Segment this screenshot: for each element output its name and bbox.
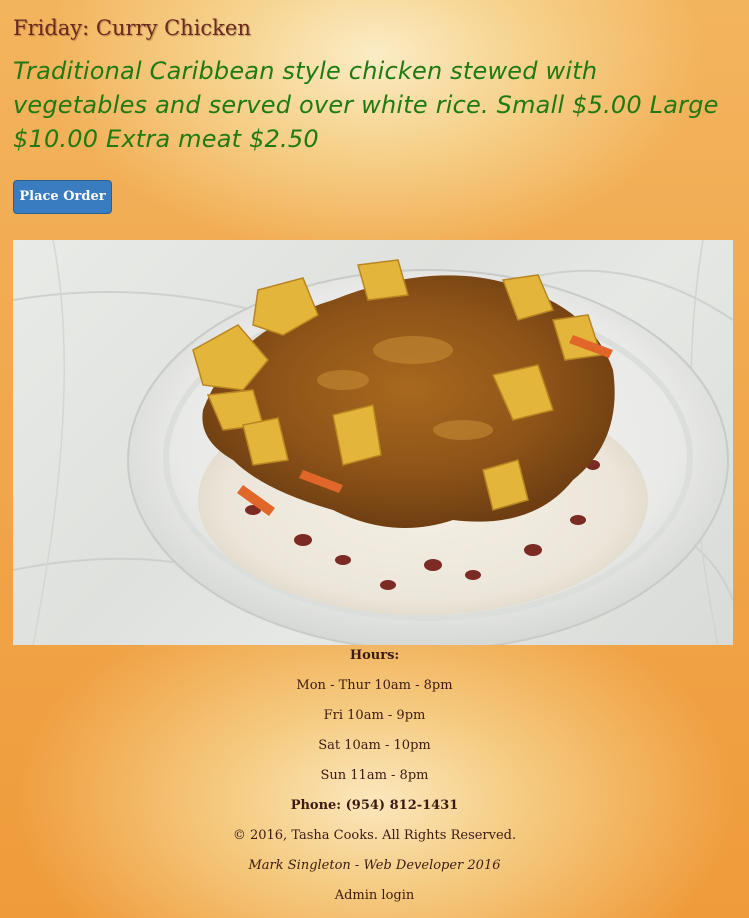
hours-sat: Sat 10am - 10pm <box>318 738 431 753</box>
admin-login-link[interactable]: Admin login <box>335 888 415 903</box>
food-photo <box>13 240 733 645</box>
curry-chicken-plate-image <box>13 240 733 645</box>
hours-heading: Hours: <box>349 648 400 663</box>
hours-fri: Fri 10am - 9pm <box>323 708 426 723</box>
developer-credit: Mark Singleton - Web Developer 2016 <box>248 858 501 873</box>
copyright-text: © 2016, Tasha Cooks. All Rights Reserved… <box>232 828 517 843</box>
place-order-button[interactable]: Place Order <box>13 180 112 214</box>
hours-mon-thur: Mon - Thur 10am - 8pm <box>296 678 453 693</box>
page: Friday: Curry Chicken Traditional Caribb… <box>0 0 749 918</box>
menu-item-description: Traditional Caribbean style chicken stew… <box>13 57 719 153</box>
footer: Hours: Mon - Thur 10am - 8pm Fri 10am - … <box>0 645 749 915</box>
hours-sun: Sun 11am - 8pm <box>320 768 429 783</box>
menu-item-title: Friday: Curry Chicken <box>13 16 251 40</box>
phone-number: Phone: (954) 812-1431 <box>290 798 459 813</box>
